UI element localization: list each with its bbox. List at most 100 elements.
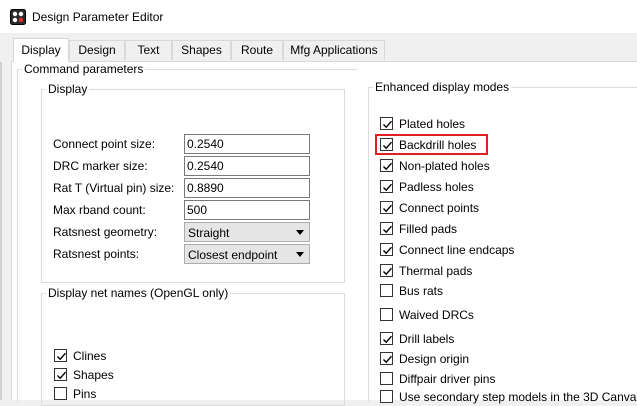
- option-label: Bus rats: [399, 284, 444, 298]
- ratsnest-geometry-row: Ratsnest geometry: Straight: [53, 222, 343, 242]
- option-label: Connect line endcaps: [399, 243, 515, 257]
- checkmark-icon: [57, 371, 67, 380]
- rat-t-size-label: Rat T (Virtual pin) size:: [53, 181, 175, 195]
- checkbox-non-plated-holes[interactable]: [380, 159, 393, 172]
- highlight-box: [375, 134, 488, 155]
- checkbox-pins[interactable]: [54, 387, 67, 400]
- ratsnest-geometry-value: Straight: [188, 226, 230, 240]
- checkbox-padless-holes[interactable]: [380, 180, 393, 193]
- option-shapes[interactable]: Shapes: [54, 366, 304, 384]
- option-label: Plated holes: [399, 117, 466, 131]
- ratsnest-points-select[interactable]: Closest endpoint: [184, 244, 310, 264]
- checkbox-drill-labels[interactable]: [380, 332, 393, 345]
- option-label: Shapes: [73, 368, 114, 382]
- option-label: Non-plated holes: [399, 159, 490, 173]
- option-label: Drill labels: [399, 332, 455, 346]
- option-label: Clines: [73, 349, 107, 363]
- option-bus-rats[interactable]: Bus rats: [380, 282, 630, 300]
- option-plated-holes[interactable]: Plated holes: [380, 115, 630, 133]
- option-label: Use secondary step models in the 3D Canv…: [399, 390, 637, 404]
- ratsnest-points-label: Ratsnest points:: [53, 247, 140, 261]
- option-label: Pins: [73, 387, 97, 401]
- checkmark-icon: [383, 355, 393, 364]
- checkmark-icon: [57, 352, 67, 361]
- option-connect-points[interactable]: Connect points: [380, 199, 630, 217]
- ratsnest-points-value: Closest endpoint: [188, 248, 278, 262]
- chevron-down-icon: [296, 252, 304, 257]
- checkbox-waived-drcs[interactable]: [380, 308, 393, 321]
- checkbox-clines[interactable]: [54, 349, 67, 362]
- option-diffpair-driver-pins[interactable]: Diffpair driver pins: [380, 370, 630, 388]
- connect-point-size-input[interactable]: [184, 134, 310, 154]
- max-rband-count-label: Max rband count:: [53, 203, 146, 217]
- tab-text[interactable]: Text: [125, 40, 172, 60]
- option-waived-drcs[interactable]: Waived DRCs: [380, 306, 630, 324]
- enhanced-display-modes-legend: Enhanced display modes: [375, 80, 510, 94]
- option-connect-line-endcaps[interactable]: Connect line endcaps: [380, 241, 630, 259]
- tab-mfg-applications[interactable]: Mfg Applications: [283, 40, 385, 60]
- display-net-names-group: Display net names (OpenGL only) Clines Sh…: [41, 286, 345, 406]
- checkbox-diffpair-driver-pins[interactable]: [380, 372, 393, 385]
- checkmark-icon: [383, 183, 393, 192]
- checkmark-icon: [383, 225, 393, 234]
- checkbox-use-secondary-step-models-in-the-3d-canvas[interactable]: [380, 390, 393, 403]
- tab-design[interactable]: Design: [69, 40, 125, 60]
- option-drill-labels[interactable]: Drill labels: [380, 330, 630, 348]
- option-backdrill-holes[interactable]: Backdrill holes: [375, 134, 630, 155]
- display-group: Display Connect point size: DRC marker s…: [41, 82, 345, 283]
- checkmark-icon: [383, 162, 393, 171]
- option-use-secondary-step-models-in-the-3d-canvas[interactable]: Use secondary step models in the 3D Canv…: [380, 388, 637, 406]
- option-label: Diffpair driver pins: [399, 372, 496, 386]
- window-left-edge: [0, 62, 2, 400]
- option-design-origin[interactable]: Design origin: [380, 350, 630, 368]
- drc-marker-size-label: DRC marker size:: [53, 159, 148, 173]
- ratsnest-points-row: Ratsnest points: Closest endpoint: [53, 244, 343, 264]
- drc-marker-size-input[interactable]: [184, 156, 310, 176]
- option-label: Design origin: [399, 352, 470, 366]
- checkbox-plated-holes[interactable]: [380, 117, 393, 130]
- checkmark-icon: [383, 267, 393, 276]
- checkbox-bus-rats[interactable]: [380, 284, 393, 297]
- tab-strip: Display Design Text Shapes Route Mfg App…: [0, 38, 637, 62]
- tab-shapes[interactable]: Shapes: [172, 40, 231, 60]
- checkmark-icon: [383, 204, 393, 213]
- option-padless-holes[interactable]: Padless holes: [380, 178, 630, 196]
- option-filled-pads[interactable]: Filled pads: [380, 220, 630, 238]
- display-net-names-legend: Display net names (OpenGL only): [48, 286, 229, 300]
- option-label: Filled pads: [399, 222, 458, 236]
- option-clines[interactable]: Clines: [54, 347, 304, 365]
- display-legend: Display: [48, 82, 88, 96]
- rat-t-size-row: Rat T (Virtual pin) size:: [53, 178, 343, 198]
- option-label: Thermal pads: [399, 264, 473, 278]
- option-pins[interactable]: Pins: [54, 385, 304, 403]
- tab-panel-display: Command parameters Display Connect point…: [11, 61, 637, 406]
- chevron-down-icon: [296, 230, 304, 235]
- title-bar[interactable]: Design Parameter Editor: [0, 0, 637, 33]
- rat-t-size-input[interactable]: [184, 178, 310, 198]
- window-title: Design Parameter Editor: [32, 10, 164, 24]
- enhanced-display-modes-group: Enhanced display modes Plated holes Backd…: [368, 80, 637, 404]
- ratsnest-geometry-label: Ratsnest geometry:: [53, 225, 158, 239]
- checkbox-connect-points[interactable]: [380, 201, 393, 214]
- checkbox-thermal-pads[interactable]: [380, 264, 393, 277]
- checkmark-icon: [383, 120, 393, 129]
- ratsnest-geometry-select[interactable]: Straight: [184, 222, 310, 242]
- option-label: Padless holes: [399, 180, 474, 194]
- checkbox-design-origin[interactable]: [380, 352, 393, 365]
- max-rband-count-row: Max rband count:: [53, 200, 343, 220]
- option-thermal-pads[interactable]: Thermal pads: [380, 262, 630, 280]
- checkbox-shapes[interactable]: [54, 368, 67, 381]
- checkbox-connect-line-endcaps[interactable]: [380, 243, 393, 256]
- option-label: Waived DRCs: [399, 308, 474, 322]
- checkmark-icon: [383, 335, 393, 344]
- drc-marker-size-row: DRC marker size:: [53, 156, 343, 176]
- connect-point-size-label: Connect point size:: [53, 137, 156, 151]
- checkbox-filled-pads[interactable]: [380, 222, 393, 235]
- checkmark-icon: [383, 246, 393, 255]
- tab-route[interactable]: Route: [231, 40, 283, 60]
- connect-point-size-row: Connect point size:: [53, 134, 343, 154]
- app-icon: [10, 9, 26, 25]
- option-non-plated-holes[interactable]: Non-plated holes: [380, 157, 630, 175]
- max-rband-count-input[interactable]: [184, 200, 310, 220]
- tab-display[interactable]: Display: [13, 38, 69, 62]
